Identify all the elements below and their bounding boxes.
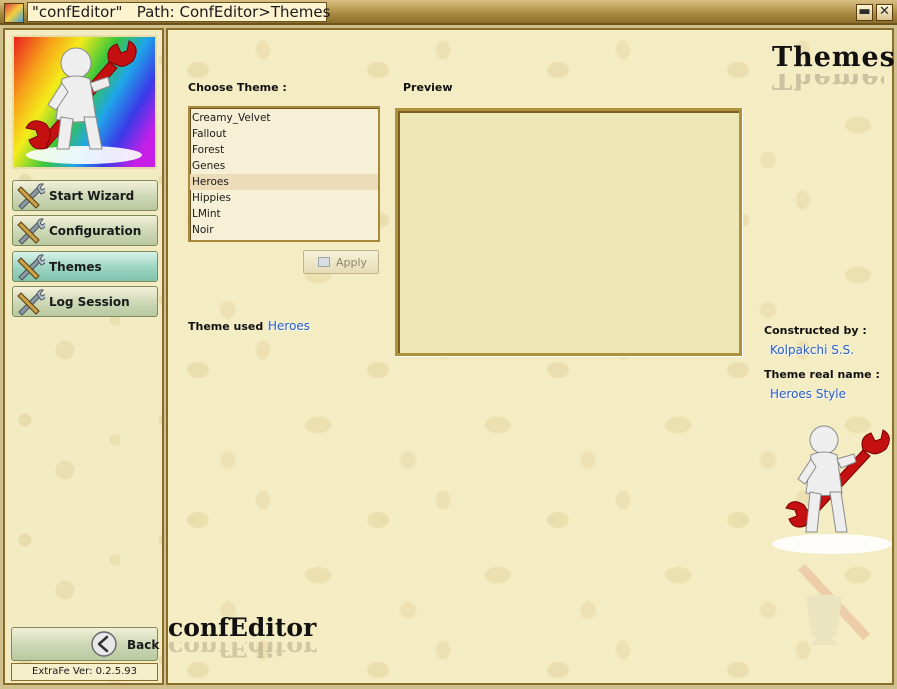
nav-start-wizard-label: Start Wizard [49,189,135,203]
close-button[interactable]: ✕ [876,4,893,21]
theme-preview [395,108,742,356]
window-title: "confEditor" Path: ConfEditor>Themes [27,2,330,22]
hero-figure-image [772,425,892,645]
sidebar: Start Wizard Configuration Themes Log Se… [3,28,164,685]
theme-list-item[interactable]: Genes [190,158,378,174]
nav-start-wizard-button[interactable]: Start Wizard [12,180,158,211]
constructed-by-value: Kolpakchi S.S. [770,343,855,357]
theme-list-item[interactable]: Noir [190,222,378,238]
minimize-icon: ▬ [858,4,871,19]
close-icon: ✕ [879,4,890,19]
theme-used-value: Heroes [268,319,311,333]
back-arrow-icon [91,631,117,657]
nav-log-session-button[interactable]: Log Session [12,286,158,317]
title-bar[interactable]: "confEditor" Path: ConfEditor>Themes ▬ ✕ [0,0,897,25]
theme-list-item-selected[interactable]: Heroes [190,174,378,190]
choose-theme-label: Choose Theme : [188,81,287,94]
version-label: ExtraFe Ver: 0.2.5.93 [11,663,158,681]
minimize-button[interactable]: ▬ [856,4,873,21]
tools-icon [17,183,45,210]
theme-real-name-value: Heroes Style [770,387,847,401]
preview-label: Preview [403,81,453,94]
page-title-reflection: Themes [772,74,884,94]
tools-icon [17,289,45,316]
nav-log-session-label: Log Session [49,295,130,309]
app-window: "confEditor" Path: ConfEditor>Themes ▬ ✕ [0,0,897,689]
theme-list-item[interactable]: Hippies [190,190,378,206]
tools-icon [17,218,45,245]
theme-real-name-label: Theme real name : [764,368,880,381]
constructed-by-label: Constructed by : [764,324,867,337]
main-panel: Themes Themes Choose Theme : Preview Cre… [166,28,896,685]
apply-icon [318,257,330,267]
nav-themes-label: Themes [49,260,102,274]
apply-button[interactable]: Apply [303,250,379,274]
app-icon [4,3,24,23]
nav-configuration-label: Configuration [49,224,142,238]
theme-list[interactable]: Creamy_Velvet Fallout Forest Genes Heroe… [188,106,380,242]
back-label: Back [127,638,160,652]
theme-list-item[interactable]: Fallout [190,126,378,142]
theme-list-item[interactable]: LMint [190,206,378,222]
tools-icon [17,254,45,281]
theme-list-item[interactable]: Forest [190,142,378,158]
theme-list-item[interactable]: Creamy_Velvet [190,110,378,126]
nav-configuration-button[interactable]: Configuration [12,215,158,246]
theme-used-label: Theme used : [188,320,272,333]
apply-label: Apply [336,256,368,269]
back-button[interactable]: Back [11,627,160,661]
brand-logo-text: confEditor [168,613,317,642]
logo-image [12,35,157,169]
brand-logo-reflection: confEditor [168,642,317,662]
nav-themes-button[interactable]: Themes [12,251,158,282]
page-title: Themes [772,42,896,73]
